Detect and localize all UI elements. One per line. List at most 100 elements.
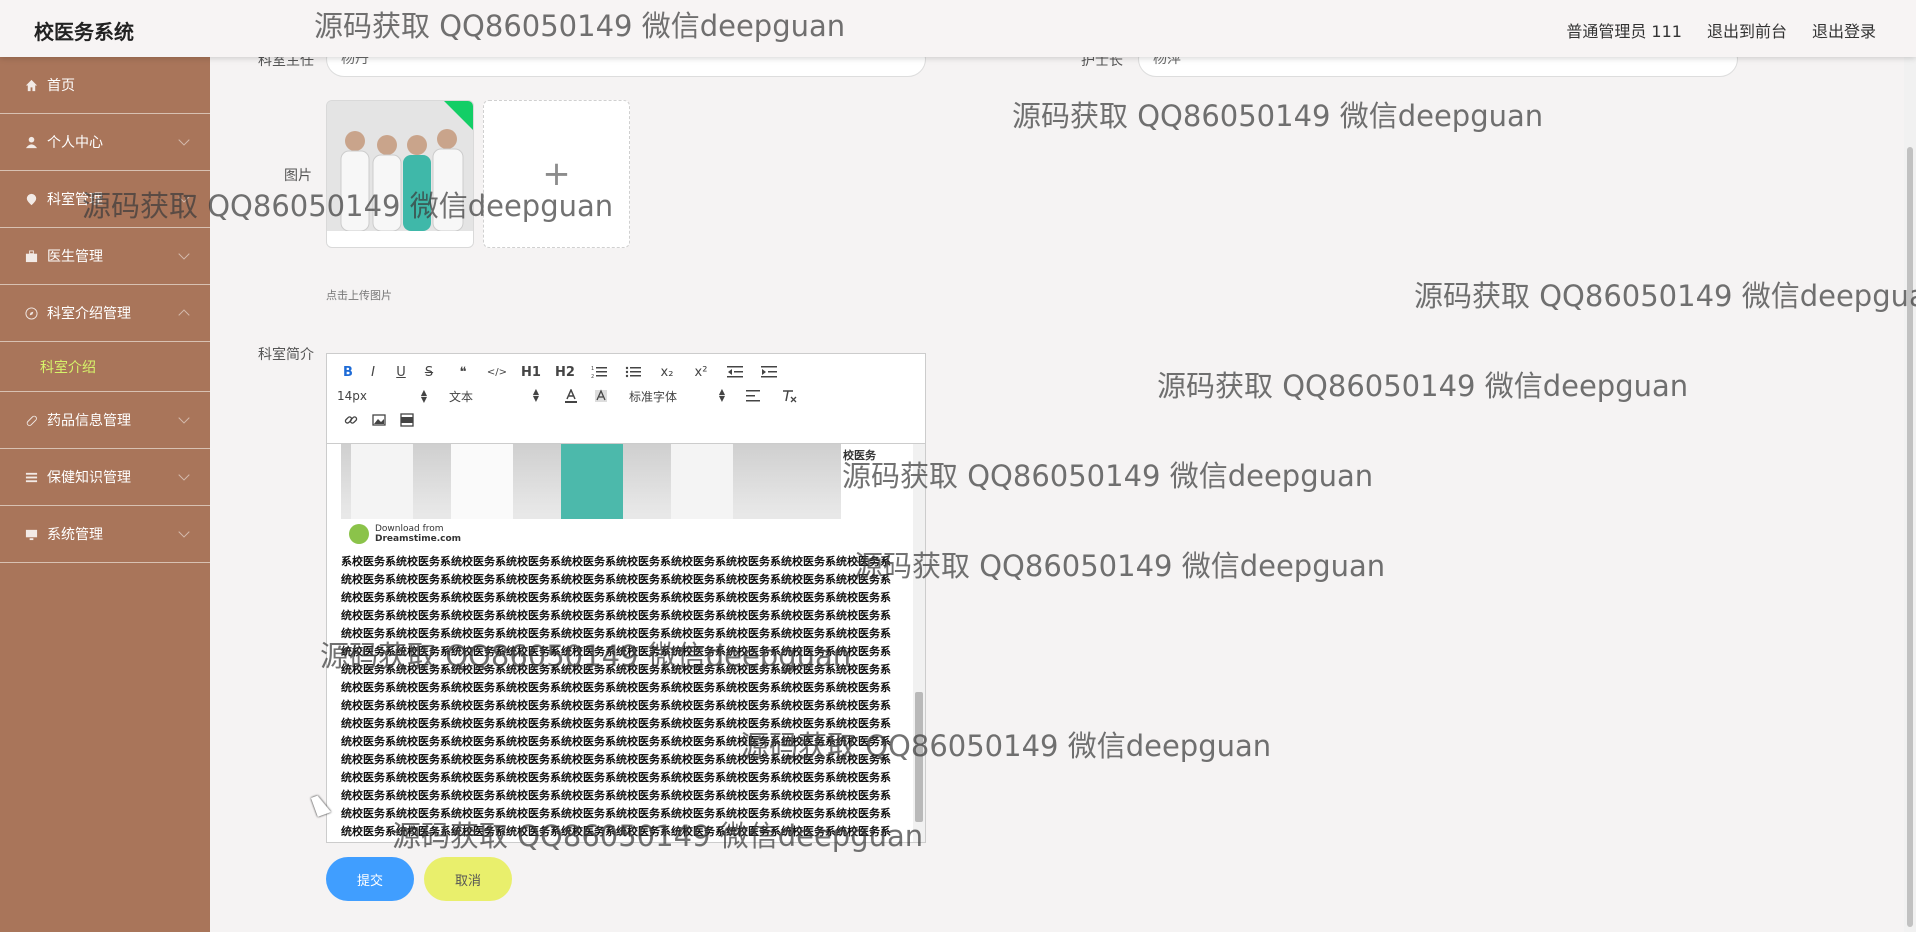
caption-line2: Dreamstime.com	[375, 534, 462, 544]
cancel-button[interactable]: 取消	[424, 857, 512, 901]
image-caption: Download from Dreamstime.com	[341, 519, 841, 549]
code-block-button[interactable]: </>	[483, 361, 511, 383]
rich-text-editor[interactable]: B I U S ❝ </> H1 H2 12 x₂ x² 14px ▲ ▼ 文本…	[326, 353, 926, 843]
uploaded-image-thumbnail[interactable]	[326, 100, 474, 248]
sidebar-subitem-intro[interactable]: 科室介绍	[0, 342, 210, 392]
sidebar-item-label: 药品信息管理	[47, 413, 131, 429]
chevron-down-icon	[178, 526, 190, 538]
menu-icon	[22, 468, 40, 486]
doctor-figure	[451, 444, 513, 529]
superscript-button[interactable]: x²	[687, 361, 715, 383]
sidebar-item-intro-management[interactable]: 科室介绍管理	[0, 285, 210, 342]
doctors-photo	[327, 101, 473, 247]
watermark: 源码获取 QQ86050149 微信deepguan	[1157, 369, 1689, 403]
chevron-down-icon	[178, 469, 190, 481]
chevron-up-icon	[178, 309, 190, 321]
chevron-down-icon	[178, 248, 190, 260]
block-type-select[interactable]: 文本 ▲ ▼	[449, 386, 539, 405]
system-icon	[22, 525, 40, 543]
watermark: 源码获取 QQ86050149 微信deepguan	[1414, 279, 1916, 313]
user-role-label: 普通管理员 111	[1566, 22, 1682, 41]
sidebar-item-label: 系统管理	[47, 527, 103, 543]
font-size-select[interactable]: 14px ▲ ▼	[337, 388, 427, 404]
align-icon[interactable]	[735, 385, 771, 407]
image-caption-text: Download from Dreamstime.com	[375, 524, 461, 544]
font-family-value: 标准字体	[629, 389, 678, 404]
nurse-figure	[561, 444, 623, 529]
video-icon[interactable]	[393, 409, 421, 431]
caption-line1: Download from	[375, 524, 444, 534]
watermark: 源码获取 QQ86050149 微信deepguan	[1012, 99, 1544, 133]
link-icon[interactable]	[337, 409, 365, 431]
image-icon[interactable]	[365, 409, 393, 431]
ordered-list-icon[interactable]: 12	[579, 361, 619, 383]
blockquote-button[interactable]: ❝	[443, 361, 483, 383]
pill-icon	[22, 411, 40, 429]
briefcase-icon	[22, 247, 40, 265]
watermark: 源码获取 QQ86050149 微信deepguan	[854, 549, 1386, 583]
front-page-link[interactable]: 退出到前台	[1707, 18, 1787, 42]
top-header: 校医务系统 普通管理员 111 退出到前台 退出登录	[0, 0, 1916, 57]
app-title: 校医务系统	[34, 20, 134, 44]
compass-icon	[22, 304, 40, 322]
heading1-button[interactable]: H1	[511, 361, 551, 383]
outdent-icon[interactable]	[715, 361, 755, 383]
bold-button[interactable]: B	[337, 361, 359, 383]
indent-icon[interactable]	[755, 361, 783, 383]
plus-icon: +	[542, 154, 571, 194]
block-type-value: 文本	[449, 389, 474, 404]
submit-button[interactable]: 提交	[326, 857, 414, 901]
editor-toolbar: B I U S ❝ </> H1 H2 12 x₂ x² 14px ▲ ▼ 文本…	[327, 354, 925, 444]
sidebar-item-label: 医生管理	[47, 249, 103, 265]
font-color-icon[interactable]	[553, 385, 589, 407]
content-lead-text: 校医务	[843, 449, 876, 462]
heading2-button[interactable]: H2	[551, 361, 579, 383]
sidebar: 首页 个人中心 科室管理 医生管理 科室介绍管理 科室介绍 药品信息管理 保健知…	[0, 57, 210, 932]
upload-tip: 点击上传图片	[326, 289, 392, 302]
sidebar-item-label: 个人中心	[47, 135, 103, 151]
editor-scrollbar[interactable]	[913, 444, 925, 842]
sidebar-item-doctor[interactable]: 医生管理	[0, 228, 210, 285]
underline-button[interactable]: U	[387, 361, 415, 383]
sidebar-item-medicine[interactable]: 药品信息管理	[0, 392, 210, 449]
content-text: 系校医务系统校医务系统校医务系统校医务系统校医务系统校医务系统校医务系统校医务系…	[341, 555, 891, 838]
page-scroll-thumb[interactable]	[1907, 147, 1913, 927]
bullet-list-icon[interactable]	[619, 361, 647, 383]
clear-format-icon[interactable]	[771, 385, 807, 407]
chevron-down-icon	[178, 191, 190, 203]
doctor-figure	[351, 444, 413, 529]
sidebar-item-health[interactable]: 保健知识管理	[0, 449, 210, 506]
sidebar-item-home[interactable]: 首页	[0, 57, 210, 114]
subscript-button[interactable]: x₂	[647, 361, 687, 383]
font-size-value: 14px	[337, 389, 367, 403]
sidebar-item-system[interactable]: 系统管理	[0, 506, 210, 563]
location-icon	[22, 190, 40, 208]
select-arrows-icon: ▲ ▼	[420, 388, 427, 404]
font-family-select[interactable]: 标准字体 ▲ ▼	[629, 387, 725, 405]
sidebar-item-department[interactable]: 科室管理	[0, 171, 210, 228]
svg-text:1: 1	[591, 366, 594, 372]
strike-button[interactable]: S	[415, 361, 443, 383]
home-icon	[22, 76, 40, 94]
sidebar-item-label: 科室管理	[47, 192, 103, 208]
logout-link[interactable]: 退出登录	[1812, 18, 1876, 42]
content-image: Download from Dreamstime.com	[341, 444, 841, 549]
svg-text:2: 2	[591, 374, 594, 379]
sidebar-item-label: 首页	[47, 78, 75, 94]
sidebar-item-personal[interactable]: 个人中心	[0, 114, 210, 171]
chevron-down-icon	[178, 134, 190, 146]
page-scrollbar[interactable]	[1904, 57, 1916, 932]
chevron-down-icon	[178, 412, 190, 424]
doctor-figure	[671, 444, 733, 529]
editor-scroll-thumb[interactable]	[915, 692, 923, 822]
upload-add-button[interactable]: +	[483, 100, 630, 248]
dreamstime-logo-icon	[349, 524, 369, 544]
editor-content[interactable]: Download from Dreamstime.com 系校医务系统校医务系统…	[327, 444, 913, 842]
intro-label: 科室简介	[258, 347, 314, 363]
sidebar-item-label: 科室介绍管理	[47, 306, 131, 322]
header-actions: 普通管理员 111 退出到前台 退出登录	[1566, 18, 1876, 42]
background-color-icon[interactable]	[589, 385, 613, 407]
select-arrows-icon: ▲ ▼	[532, 386, 539, 403]
image-label: 图片	[284, 168, 312, 184]
italic-button[interactable]: I	[359, 361, 387, 383]
